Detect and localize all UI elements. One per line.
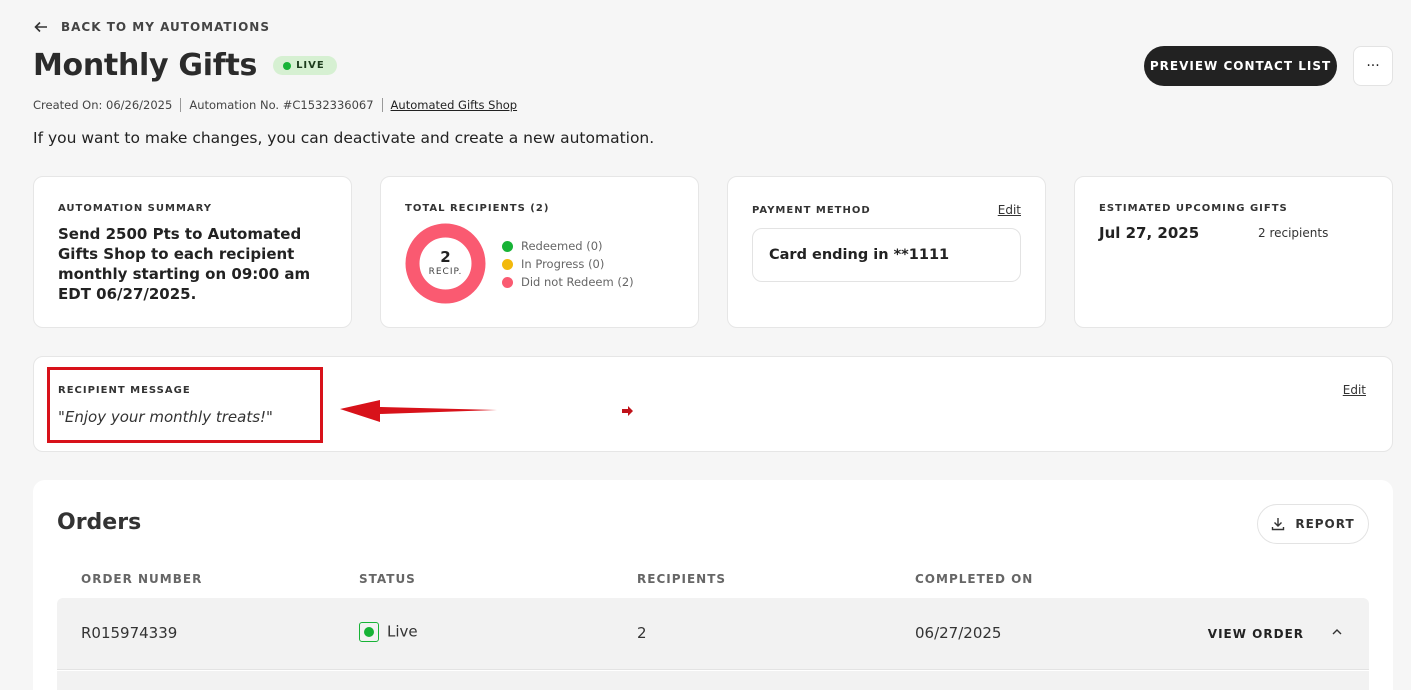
edit-message-link[interactable]: Edit [1343,383,1366,397]
card-label: PAYMENT METHOD [752,205,871,216]
order-number: R015974339 [81,624,178,642]
card-label: ESTIMATED UPCOMING GIFTS [1099,203,1288,214]
order-status-label: Live [387,622,418,641]
notice-text: If you want to make changes, you can dea… [33,129,655,147]
legend-item-in-progress: In Progress (0) [502,255,634,273]
legend-item-redeemed: Redeemed (0) [502,237,634,255]
legend-label: Did not Redeem (2) [521,275,634,289]
automation-summary-card: AUTOMATION SUMMARY Send 2500 Pts to Auto… [33,176,352,328]
order-recipients: 2 [637,624,647,642]
card-label: AUTOMATION SUMMARY [58,203,213,214]
edit-payment-link[interactable]: Edit [998,203,1021,217]
legend-label: In Progress (0) [521,257,605,271]
payment-method-card: PAYMENT METHOD Edit Card ending in **111… [727,176,1046,328]
upcoming-recipient-count: 2 recipients [1258,226,1329,240]
annotation-highlight-box [47,367,323,443]
column-header-recipients: RECIPIENTS [637,572,727,586]
table-row-partial [57,671,1369,690]
table-row[interactable]: R015974339 Live 2 06/27/2025 VIEW ORDER [57,598,1369,670]
status-badge: LIVE [273,56,337,75]
page-title: Monthly Gifts [33,48,258,83]
small-arrow-icon [622,406,633,416]
recipient-count: 2 [440,248,451,266]
orders-title: Orders [57,510,142,535]
upcoming-gifts-card: ESTIMATED UPCOMING GIFTS Jul 27, 2025 2 … [1074,176,1393,328]
automation-number: Automation No. #C1532336067 [189,98,374,112]
legend-item-did-not-redeem: Did not Redeem (2) [502,273,634,291]
chevron-up-icon[interactable] [1331,626,1343,638]
status-dot-icon [283,61,292,70]
column-header-order-number: ORDER NUMBER [81,572,203,586]
order-completed-on: 06/27/2025 [915,624,1002,642]
back-link[interactable]: BACK TO MY AUTOMATIONS [33,19,270,35]
preview-contact-list-button[interactable]: PREVIEW CONTACT LIST [1144,46,1337,86]
divider [381,98,383,112]
meta-row: Created On: 06/26/2025 Automation No. #C… [33,98,517,112]
legend-label: Redeemed (0) [521,239,603,253]
view-order-button[interactable]: VIEW ORDER [1208,627,1304,641]
divider [180,98,182,112]
back-label: BACK TO MY AUTOMATIONS [61,20,270,34]
legend-dot-icon [502,258,513,270]
total-recipients-card: TOTAL RECIPIENTS (2) 2 RECIP. Redeemed (… [380,176,699,328]
more-icon: ··· [1366,58,1380,74]
created-on: Created On: 06/26/2025 [33,98,173,112]
shop-link[interactable]: Automated Gifts Shop [391,98,518,112]
payment-card-box: Card ending in **1111 [752,228,1021,282]
legend-dot-icon [502,276,513,288]
summary-text: Send 2500 Pts to Automated Gifts Shop to… [58,225,311,303]
column-header-status: STATUS [359,572,416,586]
upcoming-date: Jul 27, 2025 [1099,224,1200,242]
report-button[interactable]: REPORT [1257,504,1369,544]
recipients-legend: Redeemed (0) In Progress (0) Did not Red… [502,237,634,291]
report-button-label: REPORT [1295,517,1355,531]
arrow-left-icon [34,21,47,33]
card-label: TOTAL RECIPIENTS (2) [405,203,550,214]
status-badge-label: LIVE [296,60,325,71]
order-status: Live [359,622,418,642]
annotation-arrow-icon [340,400,497,422]
download-icon [1272,518,1285,531]
live-status-icon [359,622,379,642]
recipient-count-label: RECIP. [428,267,463,277]
orders-section: Orders REPORT ORDER NUMBER STATUS RECIPI… [33,480,1393,690]
legend-dot-icon [502,240,513,252]
column-header-completed-on: COMPLETED ON [915,572,1034,586]
more-options-button[interactable]: ··· [1353,46,1393,86]
